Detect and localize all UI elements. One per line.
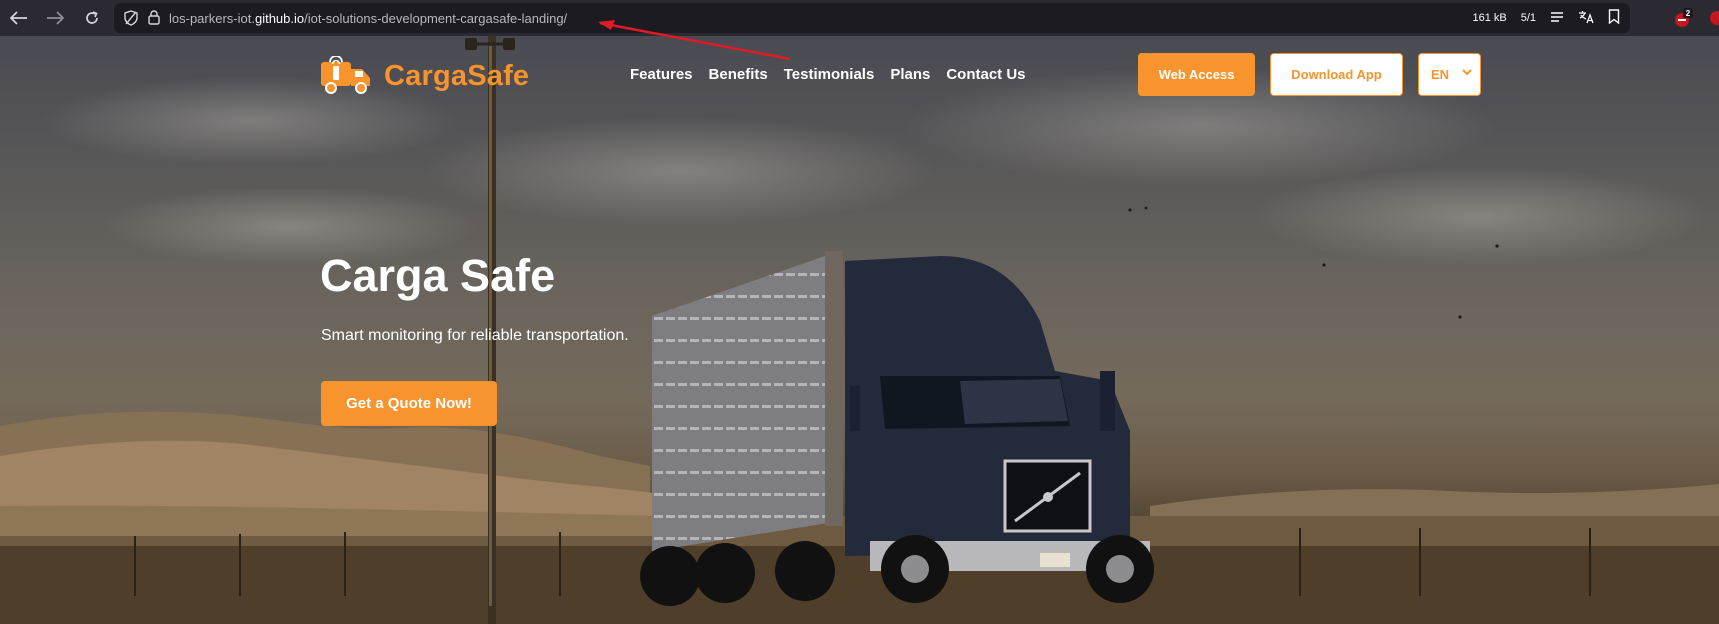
url-text[interactable]: los-parkers-iot.github.io/iot-solutions-…	[169, 11, 567, 26]
hero-section: CargaSafe Features Benefits Testimonials…	[0, 36, 1719, 624]
main-navigation: Features Benefits Testimonials Plans Con…	[630, 66, 1026, 83]
extension-icon[interactable]	[1708, 8, 1719, 28]
lock-icon[interactable]	[148, 10, 160, 30]
hero-subtitle: Smart monitoring for reliable transporta…	[321, 327, 629, 344]
nav-benefits[interactable]: Benefits	[709, 66, 768, 83]
nav-features[interactable]: Features	[630, 66, 693, 83]
forward-icon[interactable]	[43, 6, 67, 30]
language-value: EN	[1431, 67, 1450, 82]
logo-text: CargaSafe	[384, 59, 530, 92]
nav-testimonials[interactable]: Testimonials	[784, 66, 875, 83]
web-access-button[interactable]: Web Access	[1138, 53, 1255, 96]
translate-icon[interactable]	[1578, 10, 1594, 27]
adblock-extension-icon[interactable]: 2	[1674, 8, 1694, 28]
extension-badge-count: 2	[1686, 9, 1691, 18]
page-size: 161 kB	[1472, 12, 1507, 24]
back-icon[interactable]	[7, 6, 31, 30]
url-path: /iot-solutions-development-cargasafe-lan…	[304, 11, 568, 26]
reload-icon[interactable]	[80, 6, 104, 30]
download-app-button[interactable]: Download App	[1270, 53, 1403, 96]
url-bar-status: 161 kB 5/1	[1472, 3, 1620, 33]
url-bar[interactable]: los-parkers-iot.github.io/iot-solutions-…	[114, 3, 1630, 33]
nav-plans[interactable]: Plans	[890, 66, 930, 83]
bookmark-icon[interactable]	[1608, 9, 1620, 27]
get-quote-button[interactable]: Get a Quote Now!	[321, 381, 497, 426]
hero-title: Carga Safe	[320, 250, 556, 301]
nav-contact-us[interactable]: Contact Us	[946, 66, 1025, 83]
chevron-down-icon	[1462, 69, 1472, 76]
page-counter: 5/1	[1520, 12, 1536, 24]
browser-toolbar: los-parkers-iot.github.io/iot-solutions-…	[0, 0, 1719, 36]
language-select[interactable]: EN	[1418, 53, 1481, 96]
truck-logo-icon	[321, 56, 370, 94]
semi-truck-image	[640, 251, 1154, 606]
tracking-protection-icon[interactable]	[124, 10, 138, 31]
reader-view-icon[interactable]	[1550, 11, 1564, 26]
url-host: github.io	[254, 11, 305, 26]
logo[interactable]: CargaSafe	[320, 56, 529, 96]
url-prefix: los-parkers-iot.	[169, 11, 255, 26]
